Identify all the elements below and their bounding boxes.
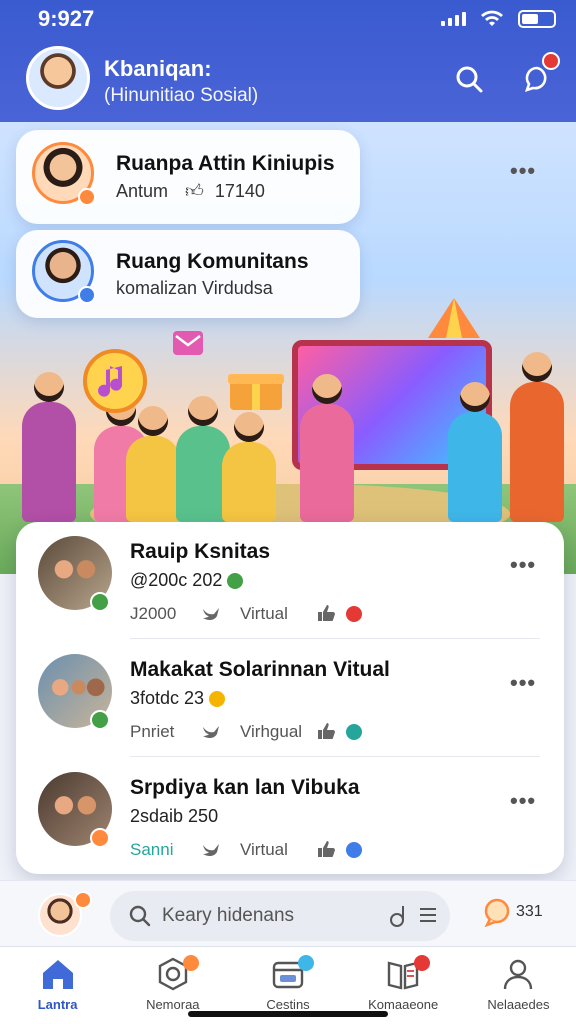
home-icon <box>42 960 73 989</box>
wifi-icon <box>481 10 503 26</box>
room-count: 17140 <box>214 181 265 201</box>
profile-avatar[interactable] <box>26 46 90 110</box>
search-icon <box>456 66 483 93</box>
notification-badge <box>298 955 315 971</box>
search-button[interactable] <box>452 62 486 96</box>
list-item[interactable]: Rauip Ksnitas @200c 202 J2000 Virtual ••… <box>16 522 564 636</box>
event-title: Rauip Ksnitas <box>130 540 271 563</box>
music-icon <box>390 906 404 927</box>
status-time: 9:927 <box>38 6 95 31</box>
person-figure <box>300 374 354 522</box>
person-figure <box>510 352 564 522</box>
event-date-text: @200c 202 <box>130 570 223 590</box>
event-location: Virtual <box>240 840 288 859</box>
gift-box-icon <box>228 374 284 410</box>
chat-bubble-icon[interactable] <box>482 897 512 927</box>
user-icon <box>504 959 533 990</box>
status-badge <box>74 891 92 909</box>
nav-item-home[interactable]: Lantra <box>0 947 115 1024</box>
more-options-button[interactable]: ••• <box>510 552 536 578</box>
chat-icon <box>227 573 244 590</box>
tent-flag-icon <box>428 298 480 338</box>
status-badge <box>90 828 110 848</box>
person-figure <box>22 372 76 522</box>
more-options-button[interactable]: ••• <box>510 788 536 814</box>
composer-bar: Keary hidenans 331 <box>0 880 576 946</box>
pinned-room-card[interactable]: Ruang Komunitans komalizan Virdudsa <box>16 230 360 318</box>
event-date: 3fotdc 23 <box>130 688 226 709</box>
bird-icon <box>203 726 219 739</box>
bird-icon <box>203 608 219 621</box>
list-item[interactable]: Srpdiya kan lan Vibuka 2sdaib 250 Sanni … <box>16 758 564 872</box>
mail-icon <box>173 331 203 355</box>
event-location: Virtual <box>240 604 288 623</box>
list-item[interactable]: Makakat Solarinnan Vitual 3fotdc 23 Pnri… <box>16 640 564 754</box>
pinned-room-card[interactable]: Ruanpa Attin Kiniupis Antum 👍︎ 17140 <box>16 130 360 224</box>
notification-badge <box>542 52 560 70</box>
header-subtitle: (Hinunitiao Sosial) <box>104 85 259 106</box>
event-title: Makakat Solarinnan Vitual <box>130 658 390 681</box>
like-icon <box>318 723 335 739</box>
header-title: Kbaniqan: <box>104 56 212 81</box>
bird-icon <box>203 844 219 857</box>
event-location: Virhgual <box>240 722 303 741</box>
nav-label: Lantra <box>37 997 78 1012</box>
status-badge <box>78 286 96 304</box>
status-badge <box>346 724 362 740</box>
music-note-icon <box>83 349 147 413</box>
event-host: J2000 <box>130 604 177 623</box>
search-input[interactable]: Keary hidenans <box>110 891 450 941</box>
person-figure <box>126 406 180 522</box>
room-subtitle: Antum 👍︎ 17140 <box>116 180 265 202</box>
battery-icon <box>518 10 556 28</box>
message-count: 331 <box>516 903 543 920</box>
person-figure <box>222 412 276 522</box>
status-badge <box>346 606 362 622</box>
more-options-button[interactable]: ••• <box>510 670 536 696</box>
more-options-button[interactable]: ••• <box>510 158 536 184</box>
list-icon <box>420 908 436 922</box>
event-date: @200c 202 <box>130 570 244 591</box>
search-icon <box>129 905 151 927</box>
room-title: Ruanpa Attin Kiniupis <box>116 152 335 175</box>
like-icon <box>318 605 335 621</box>
notification-badge <box>413 955 430 971</box>
status-icons <box>441 10 556 28</box>
coin-icon <box>209 691 226 708</box>
event-host: Sanni <box>130 840 174 859</box>
divider <box>130 638 540 639</box>
status-badge <box>78 188 96 206</box>
divider <box>130 756 540 757</box>
status-badge <box>90 592 110 612</box>
room-title: Ruang Komunitans <box>116 250 309 273</box>
nav-item-profile[interactable]: Nelaaedes <box>461 947 576 1024</box>
notifications-button[interactable] <box>520 52 560 96</box>
events-list: Rauip Ksnitas @200c 202 J2000 Virtual ••… <box>16 522 564 874</box>
search-placeholder: Keary hidenans <box>162 905 295 926</box>
event-title: Srpdiya kan lan Vibuka <box>130 776 360 799</box>
person-figure <box>448 382 502 522</box>
app-header: 9:927 Kbaniqan: (Hinunitiao Sosial) <box>0 0 576 122</box>
event-host: Pnriet <box>130 722 175 741</box>
notification-badge <box>183 955 200 971</box>
nav-label: Nemoraa <box>146 997 200 1012</box>
room-subtitle-text: Antum <box>116 181 169 201</box>
room-subtitle: komalizan Virdudsa <box>116 278 273 298</box>
nav-label: Nelaaedes <box>487 997 550 1012</box>
status-badge <box>346 842 362 858</box>
like-icon <box>318 841 335 857</box>
event-date: 2sdaib 250 <box>130 806 219 826</box>
thumb-icon: 👍︎ <box>185 181 204 201</box>
nav-label: Cestins <box>266 997 310 1012</box>
nav-label: Komaaeone <box>368 997 439 1012</box>
signal-icon <box>441 12 466 26</box>
home-indicator <box>188 1011 388 1017</box>
status-badge <box>90 710 110 730</box>
event-date-text: 3fotdc 23 <box>130 688 205 708</box>
